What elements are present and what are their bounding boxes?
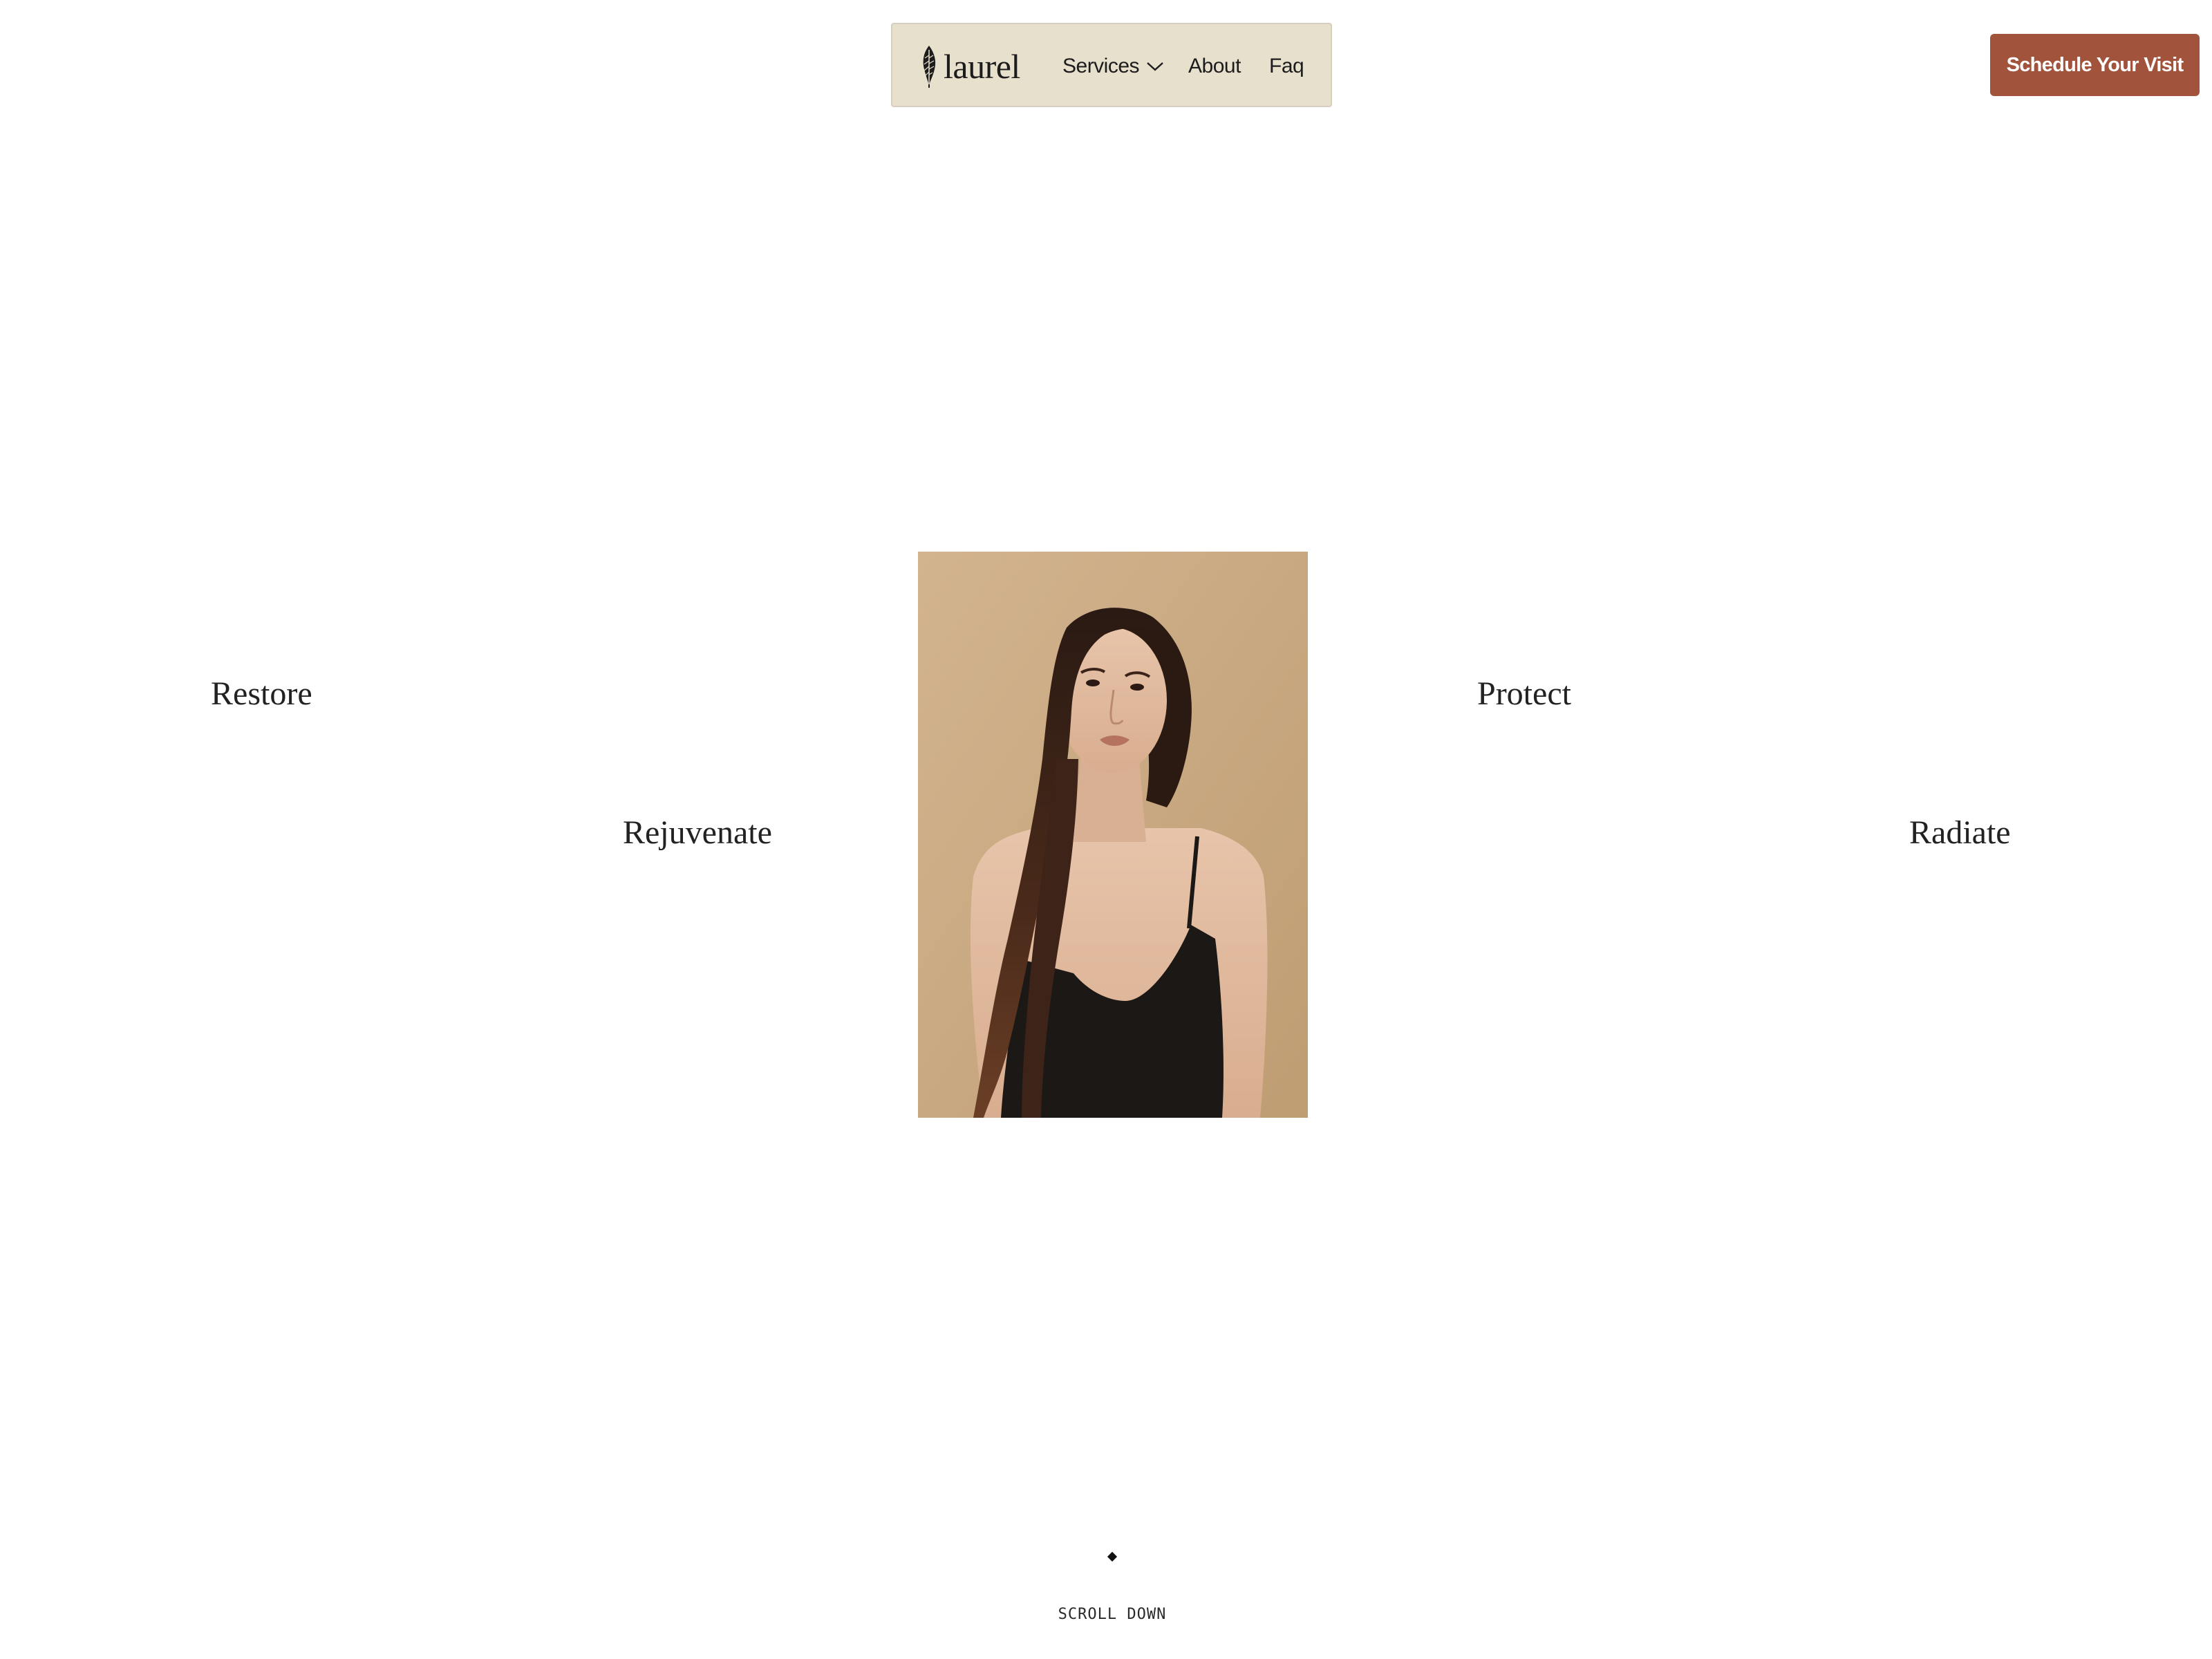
nav-faq[interactable]: Faq (1269, 24, 1304, 109)
brand-logo[interactable]: laurel (919, 42, 1020, 91)
schedule-visit-button[interactable]: Schedule Your Visit (1990, 34, 2200, 96)
hero-portrait-image (918, 552, 1308, 1118)
main-nav: laurel Services About Faq (891, 23, 1332, 107)
nav-about[interactable]: About (1188, 24, 1241, 109)
nav-services[interactable]: Services (1062, 24, 1164, 109)
logo-text: laurel (944, 47, 1020, 86)
nav-about-label: About (1188, 55, 1241, 77)
nav-services-label: Services (1062, 55, 1140, 77)
hero-word-restore: Restore (211, 675, 312, 712)
scroll-down-label[interactable]: SCROLL DOWN (0, 1606, 2212, 1623)
leaf-icon (923, 46, 936, 88)
nav-faq-label: Faq (1269, 55, 1304, 77)
hero-word-radiate: Radiate (1909, 814, 2011, 851)
hero-word-rejuvenate: Rejuvenate (623, 814, 772, 851)
chevron-down-icon (1147, 62, 1163, 71)
hero-word-protect: Protect (1477, 675, 1571, 712)
scroll-indicator-dot (1107, 1551, 1118, 1562)
